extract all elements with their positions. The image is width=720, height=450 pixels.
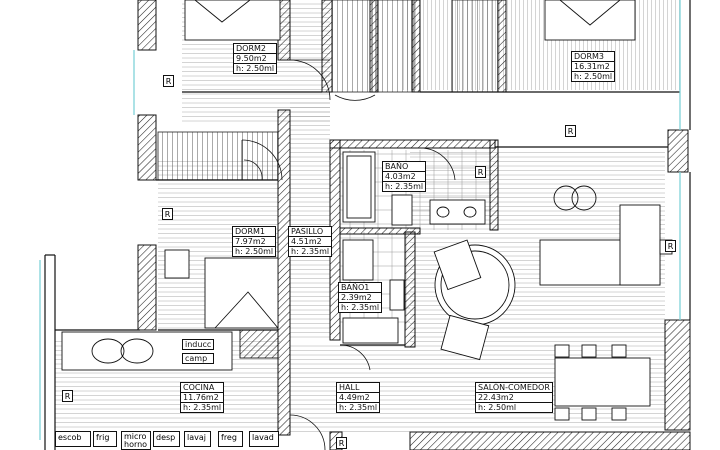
appliance-labels: inducc camp	[182, 339, 215, 364]
room-height: h: 2.35ml	[382, 181, 427, 192]
room-label-dorm2: DORM2 9.50m2 h: 2.50ml	[233, 43, 278, 74]
room-height: h: 2.50ml	[232, 246, 277, 257]
unit-desp: desp	[153, 431, 180, 447]
room-area: 11.76m2	[180, 392, 225, 403]
radiator-marker: R	[336, 437, 347, 449]
room-height: h: 2.50ml	[571, 71, 616, 82]
unit-lavaj: lavaj	[184, 431, 211, 447]
unit-lavad: lavad	[249, 431, 279, 447]
unit-escob: escob	[55, 431, 91, 447]
room-label-bano1: BAÑO1 2.39m2 h: 2.35ml	[338, 282, 383, 313]
room-label-bano: BAÑO 4.03m2 h: 2.35ml	[382, 161, 427, 192]
unit-freg: freg	[218, 431, 243, 447]
room-height: h: 2.35ml	[336, 402, 381, 413]
radiator-marker: R	[162, 208, 173, 220]
room-height: h: 2.35ml	[338, 302, 383, 313]
unit-micro: micro horno	[121, 431, 151, 450]
room-label-salon-comedor: SALÓN-COMEDOR 22.43m2 h: 2.50ml	[475, 382, 553, 413]
room-label-dorm1: DORM1 7.97m2 h: 2.50ml	[232, 226, 277, 257]
unit-frig: frig	[93, 431, 117, 447]
room-label-pasillo: PASILLO 4.51m2 h: 2.35ml	[288, 226, 333, 257]
room-label-cocina: COCINA 11.76m2 h: 2.35ml	[180, 382, 225, 413]
room-height: h: 2.50ml	[475, 402, 553, 413]
radiator-marker: R	[62, 390, 73, 402]
radiator-marker: R	[163, 75, 174, 87]
radiator-marker: R	[665, 240, 676, 252]
room-name: SALÓN-COMEDOR	[475, 382, 553, 393]
hood-label: camp	[182, 353, 215, 364]
hob-label: inducc	[182, 339, 215, 350]
room-height: h: 2.35ml	[288, 246, 333, 257]
room-label-hall: HALL 4.49m2 h: 2.35ml	[336, 382, 381, 413]
room-height: h: 2.35ml	[180, 402, 225, 413]
radiator-marker: R	[565, 125, 576, 137]
room-label-dorm3: DORM3 16.31m2 h: 2.50ml	[571, 51, 616, 82]
room-height: h: 2.50ml	[233, 63, 278, 74]
room-area: 16.31m2	[571, 61, 616, 72]
radiator-marker: R	[475, 166, 486, 178]
